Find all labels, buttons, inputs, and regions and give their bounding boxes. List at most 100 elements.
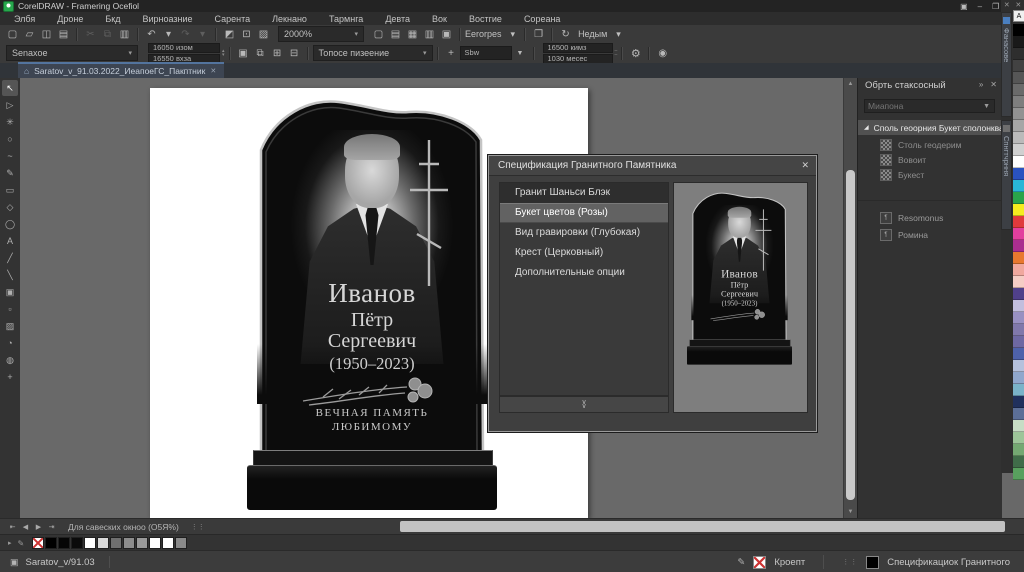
drawing-canvas[interactable]: Иванов Пётр Сергеевич (1950–2023) <box>20 78 843 518</box>
docker-search-box[interactable]: ▼ <box>864 99 995 113</box>
spin-down-icon[interactable]: ▾ <box>222 53 225 57</box>
document-color-swatch[interactable] <box>162 537 174 549</box>
menu-item[interactable]: Сарента <box>215 14 251 24</box>
expand-triangle-icon[interactable]: ◢ <box>864 124 869 131</box>
first-page-button[interactable]: ⇤ <box>6 523 19 531</box>
nudge-icon[interactable]: + <box>443 46 460 61</box>
pick-tool-icon[interactable]: ↖ <box>2 80 18 96</box>
restore-button[interactable]: ❐ <box>992 2 999 11</box>
export-for-dropdown[interactable]: Eerorpes ▾ <box>465 27 520 41</box>
palette-color-swatch[interactable] <box>1013 228 1024 240</box>
more-tools-button[interactable]: + <box>2 369 18 385</box>
palette-close-icon[interactable]: ✕ <box>1015 1 1021 9</box>
menu-item[interactable]: Тармнга <box>329 14 363 24</box>
dimension-tool-icon[interactable]: ╲ <box>2 267 18 283</box>
palette-color-swatch[interactable] <box>1013 240 1024 252</box>
undo-dropdown-icon[interactable]: ▾ <box>160 27 177 42</box>
artistic-media-tool-icon[interactable]: ✎ <box>2 165 18 181</box>
full-screen-preview-icon[interactable]: ▢ <box>370 27 387 42</box>
page-view-icon[interactable]: ▤ <box>387 27 404 42</box>
units-lock-icon[interactable]: ▼ <box>512 46 529 61</box>
palette-color-swatch[interactable] <box>1013 288 1024 300</box>
close-tab-icon[interactable]: ✕ <box>210 67 216 75</box>
transparency-tool-icon[interactable]: ▨ <box>2 318 18 334</box>
filter-icon[interactable]: ▼ <box>983 103 994 110</box>
menu-item[interactable]: Девта <box>385 14 410 24</box>
menu-item[interactable]: Бкд <box>105 14 120 24</box>
minimize-button[interactable]: – <box>978 2 982 11</box>
document-color-swatch[interactable] <box>136 537 148 549</box>
redo-icon[interactable]: ↷ <box>177 27 194 42</box>
palette-flyout-icon[interactable]: ▸ <box>8 539 12 547</box>
document-color-swatch[interactable] <box>71 537 83 549</box>
engraving-mode-select[interactable]: Топосе пизеение ▾ <box>313 45 433 61</box>
document-color-swatch[interactable] <box>32 537 44 549</box>
menu-item[interactable]: Элбя <box>14 14 35 24</box>
list-scroll-down-button[interactable]: ∨ ∨ <box>499 396 669 413</box>
next-page-button[interactable]: ▶ <box>32 523 45 531</box>
paste-icon[interactable]: ▥ <box>116 27 133 42</box>
palette-color-swatch[interactable] <box>1013 276 1024 288</box>
fill-tool-icon[interactable]: ◍ <box>2 352 18 368</box>
palette-color-swatch[interactable] <box>1013 372 1024 384</box>
search-input[interactable] <box>865 101 983 111</box>
default-color-button[interactable]: A <box>1013 10 1024 22</box>
preset-select[interactable]: Senaxoe ▾ <box>6 45 138 61</box>
dialog-close-icon[interactable]: ✕ <box>801 160 809 171</box>
palette-color-swatch[interactable] <box>1013 444 1024 456</box>
zoom-tool-icon[interactable]: ○ <box>2 131 18 147</box>
menu-item[interactable]: Дроне <box>57 14 83 24</box>
shape-tool-icon[interactable]: ▷ <box>2 97 18 113</box>
palette-color-swatch[interactable] <box>1013 396 1024 408</box>
export-icon[interactable]: ▨ <box>255 27 272 42</box>
palette-color-swatch[interactable] <box>1013 156 1024 168</box>
save-icon[interactable]: ◫ <box>38 27 55 42</box>
palette-color-swatch[interactable] <box>1013 132 1024 144</box>
multipage-view-icon[interactable]: ▥ <box>421 27 438 42</box>
docker-close-icon[interactable]: ✕ <box>990 80 997 89</box>
rail-close-icon[interactable]: ✕ <box>1004 1 1010 9</box>
palette-color-swatch[interactable] <box>1013 432 1024 444</box>
x-position-field[interactable]: 16050 изом <box>148 43 220 53</box>
menu-item[interactable]: Сореана <box>524 14 561 24</box>
splitter-grip-icon[interactable]: ⋮⋮ <box>191 523 205 531</box>
palette-color-swatch[interactable] <box>1013 360 1024 372</box>
window-menu-icon[interactable]: ▣ <box>960 2 968 11</box>
horizontal-scroll-thumb[interactable] <box>400 521 1005 532</box>
palette-color-swatch[interactable] <box>1013 72 1024 84</box>
specification-item[interactable]: Дополнительные опции <box>500 263 668 283</box>
specification-item[interactable]: Крест (Церковный) <box>500 243 668 263</box>
object-tree-item[interactable]: ¶ Resomonus <box>858 209 1002 226</box>
search-content-icon[interactable]: ◩ <box>221 27 238 42</box>
polygon-tool-icon[interactable]: ◇ <box>2 199 18 215</box>
ellipse-tool-icon[interactable]: ◯ <box>2 216 18 232</box>
palette-color-swatch[interactable] <box>1013 420 1024 432</box>
object-tree-item[interactable]: Столь геодерим <box>858 137 1002 152</box>
launch-icon[interactable]: ❐ <box>530 27 547 42</box>
palette-color-swatch[interactable] <box>1013 408 1024 420</box>
palette-color-swatch[interactable] <box>1013 264 1024 276</box>
scroll-up-icon[interactable]: ▲ <box>844 78 857 90</box>
palette-color-swatch[interactable] <box>1013 36 1024 48</box>
fill-color-swatch[interactable] <box>866 556 879 569</box>
document-color-swatch[interactable] <box>84 537 96 549</box>
duplicate-icon[interactable]: ⧉ <box>252 46 269 61</box>
palette-color-swatch[interactable] <box>1013 348 1024 360</box>
scroll-down-icon[interactable]: ▼ <box>844 506 857 518</box>
monument-design[interactable]: Иванов Пётр Сергеевич (1950–2023) <box>247 94 497 510</box>
copy-icon[interactable]: ⧉ <box>99 27 116 42</box>
palette-color-swatch[interactable] <box>1013 300 1024 312</box>
palette-color-swatch[interactable] <box>1013 144 1024 156</box>
document-color-swatch[interactable] <box>123 537 135 549</box>
line-tool-icon[interactable]: ╱ <box>2 250 18 266</box>
palette-color-swatch[interactable] <box>1013 216 1024 228</box>
specification-item[interactable]: Букет цветов (Розы) <box>500 203 668 223</box>
document-color-swatch[interactable] <box>97 537 109 549</box>
ungroup-icon[interactable]: ⊟ <box>286 46 303 61</box>
grid-view-icon[interactable]: ▦ <box>404 27 421 42</box>
vertical-scrollbar[interactable]: ▲ ▼ <box>843 78 857 518</box>
cut-icon[interactable]: ✂ <box>82 27 99 42</box>
text-tool-icon[interactable]: A <box>2 233 18 249</box>
undo-icon[interactable]: ↶ <box>143 27 160 42</box>
menu-item[interactable]: Вок <box>432 14 447 24</box>
